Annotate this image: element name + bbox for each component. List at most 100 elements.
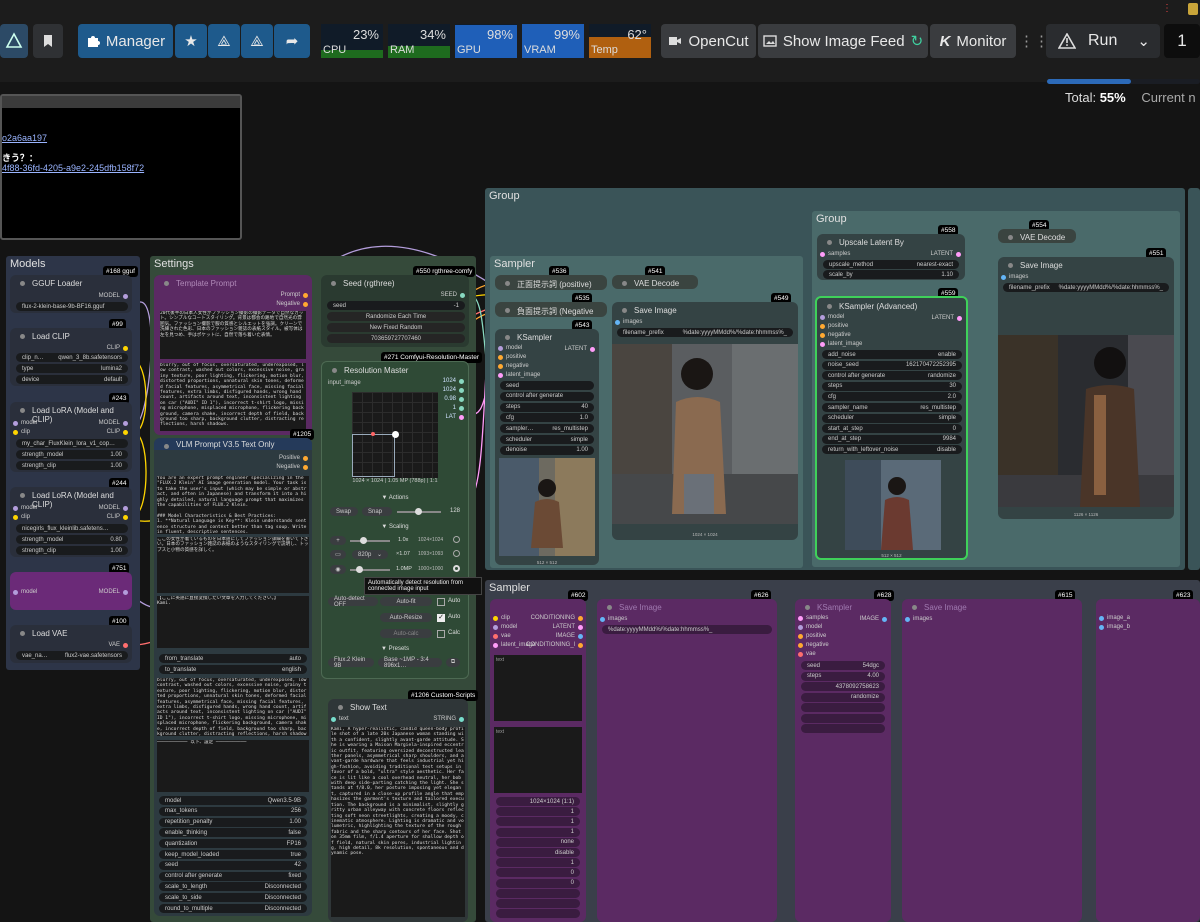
scale-icon-3[interactable]: ◉ (330, 565, 346, 574)
ksampler-advanced-node[interactable]: KSampler (Advanced) LATENT model positive… (815, 296, 968, 560)
auto-checkbox-2[interactable]: ✓ (437, 614, 445, 622)
vlm-param-widget[interactable]: keep_model_loaded true (159, 850, 307, 859)
ks-widget[interactable]: scheduler simple (500, 435, 594, 444)
b1-widget[interactable]: 1 (496, 807, 580, 817)
b1-text-area-2[interactable]: text (494, 727, 582, 793)
seed-value[interactable]: seed -1 (327, 301, 465, 310)
vlm-param-widget[interactable]: round_to_multiple Disconnected (159, 904, 307, 913)
template-prompt-node[interactable]: Template Prompt Prompt Negative 20代後半の日本… (154, 275, 312, 435)
gguf-file[interactable]: flux-2-klein-base-9b-BF16.gguf (16, 302, 128, 311)
ksa-widget[interactable]: steps 30 (822, 381, 962, 391)
vae-decode-2-node[interactable]: VAE Decode (998, 229, 1076, 243)
ksa-widget[interactable]: end_at_step 9984 (822, 434, 962, 444)
b1-in-socket[interactable]: clip (493, 615, 510, 621)
lora1-node[interactable]: Load LoRA (Model and CLIP) model clip MO… (10, 402, 132, 472)
b1-widget[interactable] (496, 888, 580, 898)
from-translate[interactable]: from_translate auto (159, 654, 307, 663)
lora2-node[interactable]: Load LoRA (Model and CLIP) model clip MO… (10, 487, 132, 557)
preset-model-select[interactable]: Flux.2 Klein 9B (328, 657, 374, 669)
b1-out-socket[interactable]: IMAGE (556, 633, 583, 639)
b3-in-socket[interactable]: model (798, 624, 822, 630)
b1-out-socket[interactable]: CONDITIONING_l (526, 642, 583, 648)
logo-button[interactable] (0, 24, 28, 58)
scale-icon-2[interactable]: ▭ (330, 550, 346, 559)
b1-widget[interactable]: 1024×1024 (1:1) (496, 797, 580, 806)
b3-widget[interactable]: 4378092758623 (801, 682, 885, 691)
actions-header[interactable]: ▼ Actions (322, 495, 468, 501)
preset-size-select[interactable]: Base ~1MP - 3:4 896x1… (378, 657, 442, 669)
b3-in-socket[interactable]: positive (798, 633, 826, 639)
bottom-compare-node[interactable]: image_a image_b (1096, 599, 1200, 922)
console-line-1[interactable]: o2a6aa197 (2, 133, 47, 143)
save-filename[interactable]: filename_prefix %date:yyyyMMdd%/%date:hhm… (617, 328, 793, 337)
ksa-widget[interactable]: add_noise enable (822, 350, 962, 359)
resolution-handle[interactable] (392, 431, 399, 438)
vlm-param-widget[interactable]: control after generate fixed (159, 871, 307, 881)
save-image-node[interactable]: Save Image images filename_prefix %date:y… (612, 302, 798, 540)
window-menu-icon[interactable]: ⋮ (1162, 3, 1172, 14)
vlm-prompt-node[interactable]: VLM Prompt V3.5 Text Only Positive Negat… (154, 438, 312, 916)
chevron-down-icon[interactable]: ⌄ (1137, 32, 1150, 50)
manager-button[interactable]: Manager (78, 24, 173, 58)
ks-in-socket[interactable]: negative (498, 363, 529, 369)
vlm-negative-text[interactable]: blurry, out of focus, oversaturated, und… (157, 678, 309, 736)
b3-in-socket[interactable]: negative (798, 642, 829, 648)
snap-slider[interactable] (397, 508, 441, 515)
scale-slider-1[interactable] (350, 537, 390, 544)
ks-widget[interactable]: steps 40 (500, 402, 594, 412)
last-seed-button[interactable]: 703659727707460 (327, 334, 465, 343)
tool-b-button[interactable]: ⟁ (241, 24, 273, 58)
bottom-save-node[interactable]: Save Image images %date:yyyyMMdd%/%date:… (597, 599, 777, 922)
upscale-method[interactable]: upscale_method nearest-exact (823, 260, 959, 269)
opencut-button[interactable]: OpenCut (661, 24, 756, 58)
scaling-header[interactable]: ▼ Scaling (322, 524, 468, 530)
b5-in-socket[interactable]: image_b (1099, 624, 1130, 630)
vlm-param-widget[interactable]: repetition_penalty 1.00 (159, 817, 307, 827)
calc-checkbox[interactable] (437, 630, 445, 638)
ksa-widget[interactable]: cfg 2.0 (822, 392, 962, 402)
ksa-widget[interactable]: return_with_leftover_noise disable (822, 445, 962, 455)
bottom-node-1[interactable]: clip model vae latent_image CONDITIONING LAT… (490, 599, 586, 922)
auto-detect-toggle[interactable]: Auto-detect OFF (328, 596, 378, 608)
save2-filename[interactable]: filename_prefix %date:yyyyMMdd%/%date:hhm… (1003, 283, 1169, 292)
b1-widget[interactable] (496, 909, 580, 919)
vlm-param-widget[interactable]: scale_to_length Disconnected (159, 882, 307, 892)
auto-checkbox-1[interactable] (437, 598, 445, 606)
b3-widget[interactable]: randomize (801, 692, 885, 702)
group-right-edge[interactable] (1188, 188, 1200, 570)
bookmark-button[interactable] (33, 24, 63, 58)
console-line-3[interactable]: 4f88-36fd-4205-a9e2-245dfb158f72 (2, 163, 144, 173)
show-text-node[interactable]: Show Text text STRING Kami, A hyper-real… (328, 699, 468, 922)
b1-widget[interactable]: 1 (496, 858, 580, 868)
ks-widget[interactable]: control after generate (500, 391, 594, 401)
vlm-separator-text[interactable]: ─────────── 以下、設定 ─────────── (157, 740, 309, 792)
ksa-in-socket[interactable]: latent_image (820, 341, 862, 347)
b1-widget[interactable] (496, 899, 580, 908)
scale-1-radio[interactable] (453, 536, 460, 543)
negative-prompt-node[interactable]: 負面提示詞 (Negative Prom (495, 302, 607, 317)
new-fixed-random-button[interactable]: New Fixed Random (327, 323, 465, 332)
vlm-param-widget[interactable]: scale_to_side Disconnected (159, 893, 307, 903)
b3-in-socket[interactable]: samples (798, 615, 828, 621)
ks-widget[interactable]: cfg 1.0 (500, 413, 594, 423)
ksa-widget[interactable]: control after generate randomize (822, 371, 962, 381)
b3-widget[interactable] (801, 724, 885, 733)
extension-icon[interactable] (1188, 3, 1198, 15)
bottom-save-2-node[interactable]: Save Image images (902, 599, 1082, 922)
b1-widget[interactable]: 0 (496, 868, 580, 878)
vlm-param-widget[interactable]: quantization FP16 (159, 839, 307, 849)
clip-name[interactable]: clip_n… qwen_3_8b.safetensors (16, 353, 128, 362)
preset-apply-button[interactable]: ⧉ (446, 658, 460, 667)
ksa-widget[interactable]: sampler_name res_multistep (822, 403, 962, 412)
scale-2-radio[interactable] (453, 550, 460, 557)
ks-in-socket[interactable]: model (498, 345, 522, 351)
scale-icon-1[interactable]: + (330, 536, 346, 545)
ksa-widget[interactable]: scheduler simple (822, 413, 962, 423)
bottom-ksampler-node[interactable]: KSampler samples model positive negative vae… (795, 599, 891, 922)
ks-in-socket[interactable]: latent_image (498, 372, 540, 378)
load-vae-node[interactable]: Load VAE VAE vae_na… flux2-vae.safetensor… (10, 625, 132, 663)
randomize-each-time-button[interactable]: Randomize Each Time (327, 312, 465, 321)
ks-widget[interactable]: denoise 1.00 (500, 445, 594, 455)
b3-widget[interactable]: steps 4.00 (801, 671, 885, 681)
resolution-master-node[interactable]: Resolution Master input_image 1024 1024 … (321, 361, 469, 679)
